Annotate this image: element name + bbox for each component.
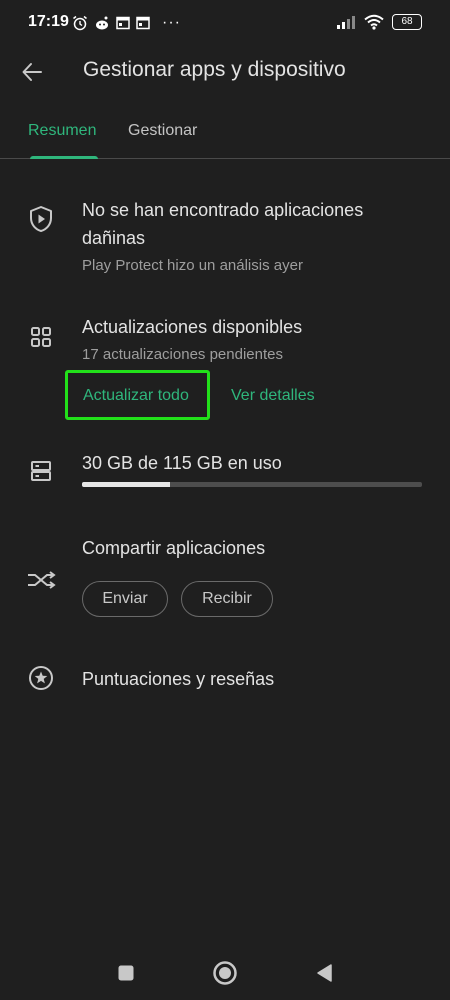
- play-protect-icon: [26, 204, 56, 234]
- status-bar: 17:19 ··· 68: [0, 0, 450, 48]
- home-circle-icon: [213, 961, 237, 985]
- back-button[interactable]: [14, 56, 50, 88]
- receive-button[interactable]: Recibir: [181, 581, 273, 617]
- apps-grid-icon: [26, 322, 56, 352]
- share-apps-icon: [26, 565, 56, 595]
- active-tab-indicator: [30, 156, 98, 159]
- notification-icons: ···: [72, 14, 181, 32]
- update-all-button[interactable]: Actualizar todo: [83, 387, 189, 405]
- storage-bar-fill: [82, 482, 171, 487]
- tab-resumen[interactable]: Resumen: [28, 122, 96, 140]
- tab-gestionar[interactable]: Gestionar: [128, 122, 197, 140]
- play-protect-subtitle: Play Protect hizo un análisis ayer: [82, 257, 303, 274]
- storage-icon: [26, 456, 56, 486]
- more-notifications-icon: ···: [162, 14, 181, 31]
- reddit-icon: [96, 16, 108, 30]
- tab-bar: Resumen Gestionar: [0, 110, 450, 159]
- updates-subtitle: 17 actualizaciones pendientes: [82, 346, 283, 363]
- recents-button[interactable]: [111, 958, 141, 988]
- storage-label[interactable]: 30 GB de 115 GB en uso: [82, 449, 282, 477]
- updates-title[interactable]: Actualizaciones disponibles: [82, 313, 302, 341]
- view-details-button[interactable]: Ver detalles: [231, 387, 315, 405]
- signal-icon: [337, 16, 355, 29]
- battery-icon: 68: [392, 14, 422, 30]
- ratings-star-icon: [26, 663, 56, 693]
- recents-square-icon: [118, 965, 134, 981]
- app-bar: Gestionar apps y dispositivo: [0, 48, 450, 96]
- storage-bar: [82, 482, 422, 487]
- alarm-icon: [73, 15, 87, 31]
- system-icons: 68: [336, 14, 422, 30]
- page-title: Gestionar apps y dispositivo: [83, 58, 346, 81]
- send-button[interactable]: Enviar: [82, 581, 168, 617]
- arrow-back-icon: [22, 63, 42, 81]
- back-nav-button[interactable]: [309, 958, 339, 988]
- status-time: 17:19: [28, 13, 69, 30]
- home-button[interactable]: [210, 958, 240, 988]
- back-triangle-icon: [317, 964, 332, 982]
- play-protect-title[interactable]: No se han encontrado aplicaciones dañina…: [82, 196, 402, 252]
- wifi-icon: [364, 14, 384, 30]
- calendar-icon: [136, 16, 150, 30]
- navigation-bar: [0, 940, 450, 1000]
- calendar-icon: [116, 16, 130, 30]
- ratings-title[interactable]: Puntuaciones y reseñas: [82, 665, 274, 693]
- share-apps-title: Compartir aplicaciones: [82, 538, 266, 558]
